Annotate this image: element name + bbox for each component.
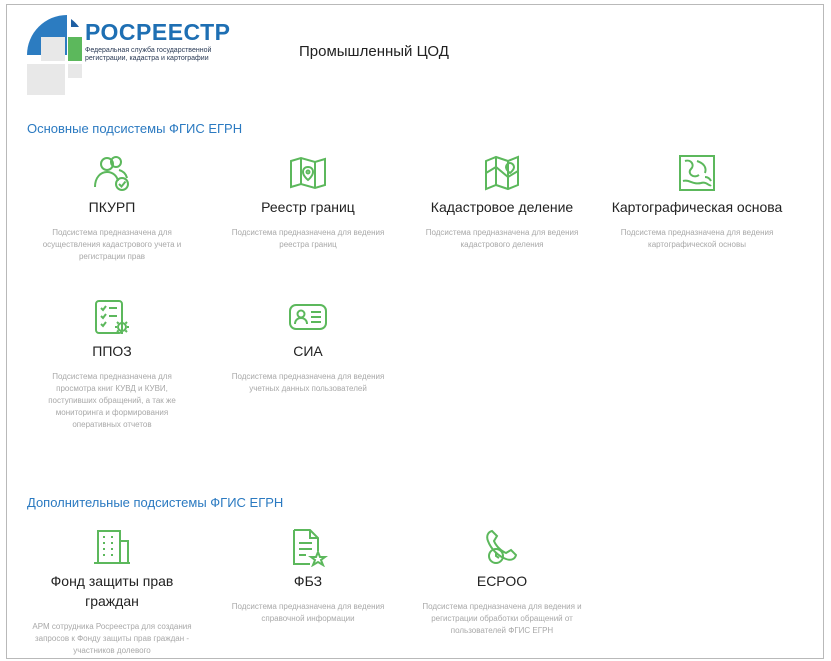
tile-name: ФБЗ — [293, 573, 323, 589]
tile-description: Подсистема предназначена для осуществлен… — [42, 228, 182, 261]
tile-kadastrovoe-delenie[interactable]: Кадастровое деление Подсистема предназна… — [412, 153, 592, 251]
tile-kartograficheskaya-osnova[interactable]: Картографическая основа Подсистема предн… — [607, 153, 787, 251]
users-check-icon — [94, 156, 129, 191]
document-star-icon — [293, 529, 328, 567]
id-card-icon — [289, 304, 327, 330]
tile-pkurp[interactable]: ПКУРП Подсистема предназначена для осуще… — [22, 153, 202, 263]
brand-subtitle: Федеральная служба государственной регис… — [85, 47, 212, 62]
tile-name: Картографическая основа — [611, 199, 783, 215]
tile-description: Подсистема предназначена для ведения и р… — [422, 602, 582, 635]
brand-name: РОСРЕЕСТР — [85, 19, 231, 45]
map-division-icon — [485, 155, 519, 191]
checklist-gear-icon — [95, 300, 129, 334]
tile-fond-zashchity[interactable]: Фонд защиты прав граждан АРМ сотрудника … — [22, 527, 202, 657]
tile-description: АРМ сотрудника Росреестра для создания з… — [32, 622, 192, 655]
section-title-extra: Дополнительные подсистемы ФГИС ЕГРН — [27, 495, 284, 510]
building-icon — [94, 530, 130, 564]
tile-name: ППОЗ — [92, 343, 132, 359]
tile-description: Подсистема предназначена для ведения кар… — [620, 228, 774, 249]
tile-name: ПКУРП — [88, 199, 136, 215]
section-title-main: Основные подсистемы ФГИС ЕГРН — [27, 121, 243, 136]
tile-ppoz[interactable]: ППОЗ Подсистема предназначена для просмо… — [22, 297, 202, 431]
tile-name: Реестр границ — [261, 199, 355, 215]
tile-fbz[interactable]: ФБЗ Подсистема предназначена для ведения… — [218, 527, 398, 625]
page-frame: РОСРЕЕСТР Федеральная служба государстве… — [6, 4, 824, 659]
tile-description: Подсистема предназначена для просмотра к… — [48, 372, 176, 429]
tile-description: Подсистема предназначена для ведения кад… — [425, 228, 579, 249]
tile-name: СИА — [293, 343, 323, 359]
tile-description: Подсистема предназначена для ведения спр… — [231, 602, 385, 623]
topographic-map-icon — [679, 155, 715, 191]
tile-sia[interactable]: СИА Подсистема предназначена для ведения… — [218, 297, 398, 395]
tile-description: Подсистема предназначена для ведения уче… — [231, 372, 385, 393]
tile-description: Подсистема предназначена для ведения рее… — [231, 228, 385, 249]
page-title: Промышленный ЦОД — [299, 43, 449, 60]
tile-esroo[interactable]: ЕСРОО Подсистема предназначена для веден… — [412, 527, 592, 637]
header: РОСРЕЕСТР Федеральная служба государстве… — [7, 5, 823, 105]
rosreestr-logo[interactable]: РОСРЕЕСТР Федеральная служба государстве… — [27, 15, 237, 95]
phone-clock-icon — [486, 529, 518, 564]
tile-name: Фонд защиты прав граждан — [50, 573, 174, 609]
map-pin-icon — [290, 156, 326, 190]
tile-name: Кадастровое деление — [430, 199, 574, 215]
tile-name: ЕСРОО — [476, 573, 528, 589]
logo-emblem-icon — [27, 15, 82, 95]
tile-reestr-granic[interactable]: Реестр границ Подсистема предназначена д… — [218, 153, 398, 251]
